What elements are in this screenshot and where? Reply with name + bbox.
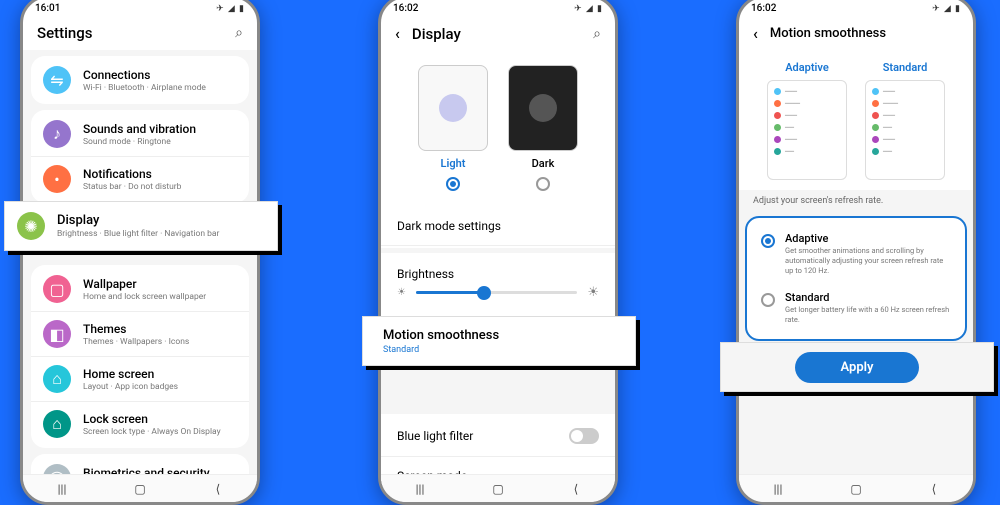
home-button[interactable]: ▢ [488, 479, 508, 499]
display-icon: ✺ [17, 212, 45, 240]
motion-smoothness-highlight[interactable]: Motion smoothness Standard [362, 316, 636, 366]
motion-settings: Adaptive ━━━━ ━━━━━ ━━━━ ━━━ ━━━━ ━━━ St… [739, 51, 973, 485]
brightness-label: Brightness [381, 255, 615, 285]
item-sounds[interactable]: ♪ Sounds and vibrationSound mode · Ringt… [31, 112, 249, 157]
light-radio[interactable] [446, 177, 460, 191]
home-button[interactable]: ▢ [130, 479, 150, 499]
theme-mode-options: Light Dark [381, 53, 615, 207]
status-bar: 16:01 ✈ ◢ ▮ [23, 0, 257, 16]
item-themes[interactable]: ◧ ThemesThemes · Wallpapers · Icons [31, 312, 249, 357]
header: Settings ⌕ [23, 16, 257, 50]
helper-text: Adjust your screen's refresh rate. [739, 190, 973, 212]
apply-button[interactable]: Apply [795, 352, 920, 383]
back-icon[interactable]: ‹ [753, 24, 758, 43]
phone-settings: 16:01 ✈ ◢ ▮ Settings ⌕ ⇋ ConnectionsWi-F… [20, 0, 260, 505]
light-mode-option[interactable]: Light [418, 65, 488, 201]
adaptive-option[interactable]: AdaptiveGet smoother animations and scro… [747, 224, 965, 283]
standard-preview: Standard ━━━━ ━━━━━ ━━━━ ━━━ ━━━━ ━━━ [865, 61, 945, 180]
item-notifications[interactable]: • NotificationsStatus bar · Do not distu… [31, 157, 249, 201]
sun-low-icon: ☀ [397, 287, 406, 298]
status-icons: ✈ ◢ ▮ [574, 4, 603, 14]
dark-radio[interactable] [536, 177, 550, 191]
dark-preview [508, 65, 578, 151]
phone-display: 16:02 ✈ ◢ ▮ ‹ Display ⌕ Light Dark Dark … [378, 0, 618, 505]
lock-icon: ⌂ [43, 410, 71, 438]
status-bar: 16:02 ✈ ◢ ▮ [381, 0, 615, 16]
item-connections[interactable]: ⇋ ConnectionsWi-Fi · Bluetooth · Airplan… [31, 58, 249, 102]
item-lock-screen[interactable]: ⌂ Lock screenScreen lock type · Always O… [31, 402, 249, 446]
standard-radio[interactable] [761, 293, 775, 307]
display-settings[interactable]: Light Dark Dark mode settings Brightness… [381, 51, 615, 485]
back-button[interactable]: ⟨ [924, 479, 944, 499]
sun-high-icon: ☀ [587, 285, 599, 300]
home-button[interactable]: ▢ [846, 479, 866, 499]
recent-apps-button[interactable]: ||| [768, 479, 788, 499]
page-title: Motion smoothness [770, 26, 959, 41]
search-icon[interactable]: ⌕ [593, 26, 601, 42]
home-icon: ⌂ [43, 365, 71, 393]
page-title: Settings [37, 24, 223, 42]
item-wallpaper[interactable]: ▢ WallpaperHome and lock screen wallpape… [31, 267, 249, 312]
phone-motion-smoothness: 16:02 ✈ ◢ ▮ ‹ Motion smoothness Adaptive… [736, 0, 976, 505]
back-button[interactable]: ⟨ [208, 479, 228, 499]
adaptive-radio[interactable] [761, 234, 775, 248]
page-title: Display [412, 25, 581, 43]
nav-bar: ||| ▢ ⟨ [381, 474, 615, 502]
back-button[interactable]: ⟨ [566, 479, 586, 499]
back-icon[interactable]: ‹ [395, 24, 400, 43]
clock: 16:01 [35, 3, 60, 14]
adaptive-preview: Adaptive ━━━━ ━━━━━ ━━━━ ━━━ ━━━━ ━━━ [767, 61, 847, 180]
sound-icon: ♪ [43, 120, 71, 148]
brightness-slider[interactable]: ☀ ☀ [381, 285, 615, 312]
nav-bar: ||| ▢ ⟨ [23, 474, 257, 502]
clock: 16:02 [393, 3, 418, 14]
status-icons: ✈ ◢ ▮ [216, 4, 245, 14]
themes-icon: ◧ [43, 320, 71, 348]
header: ‹ Display ⌕ [381, 16, 615, 51]
toggle-off[interactable] [569, 428, 599, 444]
wifi-icon: ⇋ [43, 66, 71, 94]
bell-icon: • [43, 165, 71, 193]
status-bar: 16:02 ✈ ◢ ▮ [739, 0, 973, 16]
header: ‹ Motion smoothness [739, 16, 973, 51]
refresh-rate-options: AdaptiveGet smoother animations and scro… [745, 216, 967, 341]
nav-bar: ||| ▢ ⟨ [739, 474, 973, 502]
recent-apps-button[interactable]: ||| [52, 479, 72, 499]
recent-apps-button[interactable]: ||| [410, 479, 430, 499]
clock: 16:02 [751, 3, 776, 14]
apply-button-highlight: Apply [720, 342, 994, 392]
dark-mode-option[interactable]: Dark [508, 65, 578, 201]
blue-light-filter[interactable]: Blue light filter [381, 416, 615, 457]
search-icon[interactable]: ⌕ [235, 25, 243, 41]
status-icons: ✈ ◢ ▮ [932, 4, 961, 14]
standard-option[interactable]: StandardGet longer battery life with a 6… [747, 283, 965, 333]
item-home-screen[interactable]: ⌂ Home screenLayout · App icon badges [31, 357, 249, 402]
settings-list[interactable]: ⇋ ConnectionsWi-Fi · Bluetooth · Airplan… [23, 50, 257, 484]
image-icon: ▢ [43, 275, 71, 303]
item-display-highlight[interactable]: ✺ DisplayBrightness · Blue light filter … [4, 201, 278, 251]
dark-mode-settings[interactable]: Dark mode settings [381, 207, 615, 246]
light-preview [418, 65, 488, 151]
